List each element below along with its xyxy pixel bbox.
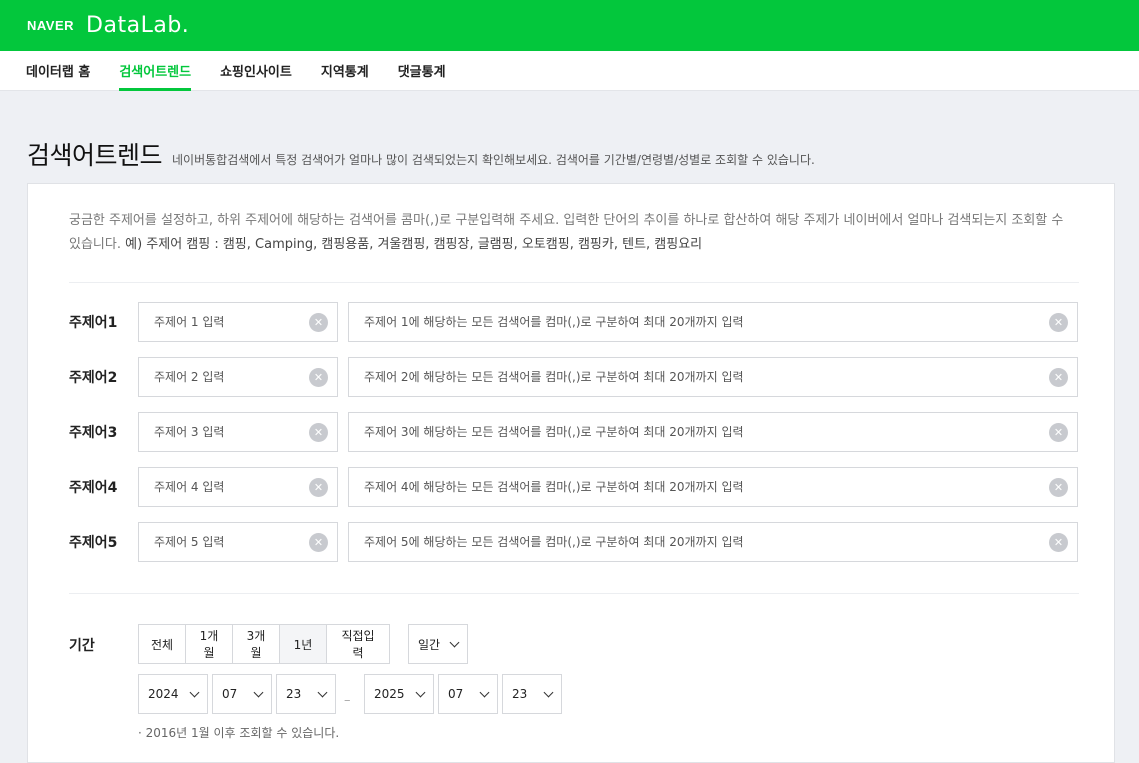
period-range-selector: 전체 1개월 3개월 1년 직접입력 [138,624,390,664]
topic-2-keywords-field: ✕ [348,357,1078,397]
interval-select[interactable]: 일간 [408,624,468,664]
start-month-value: 07 [222,687,238,701]
close-circle-icon[interactable]: ✕ [1049,312,1068,332]
start-month-select[interactable]: 07 [212,674,272,714]
topic-label: 주제어4 [69,480,118,496]
start-day-value: 23 [286,687,302,701]
close-circle-icon[interactable]: ✕ [1049,532,1068,552]
topic-label: 주제어3 [69,425,118,441]
nav-item-comment-stats[interactable]: 댓글통계 [398,51,446,90]
topic-label: 주제어5 [69,535,118,551]
page-header: 검색어트렌드 네이버통합검색에서 특정 검색어가 얼마나 많이 검색되었는지 확… [0,91,1139,183]
chevron-down-icon [543,687,554,697]
topic-row-5: 주제어5 [69,522,138,562]
end-month-value: 07 [448,687,464,701]
topic-2-keywords-input[interactable] [349,358,1049,396]
topic-1-name-field: ✕ [138,302,338,342]
topic-4-keywords-input[interactable] [349,468,1049,506]
divider [69,282,1079,283]
end-year-value: 2025 [374,687,405,701]
topic-3-name-field: ✕ [138,412,338,452]
chevron-down-icon [415,687,426,697]
end-year-select[interactable]: 2025 [364,674,434,714]
topic-2-name-field: ✕ [138,357,338,397]
divider [69,593,1079,594]
end-day-select[interactable]: 23 [502,674,562,714]
topic-3-keywords-field: ✕ [348,412,1078,452]
main-nav: 데이터랩 홈 검색어트렌드 쇼핑인사이트 지역통계 댓글통계 [0,51,1139,91]
range-1year-button[interactable]: 1년 [280,625,327,663]
datalab-logo[interactable]: DataLab. [86,13,189,38]
search-form-panel: 궁금한 주제어를 설정하고, 하위 주제어에 해당하는 검색어를 콤마(,)로 … [27,183,1115,763]
close-circle-icon[interactable]: ✕ [1049,367,1068,387]
chevron-down-icon [317,687,328,697]
intro-example: 예) 주제어 캠핑 : 캠핑, Camping, 캠핑용품, 겨울캠핑, 캠핑장… [125,237,703,252]
chevron-down-icon [449,637,460,647]
date-separator: – [344,693,351,708]
period-note: · 2016년 1월 이후 조회할 수 있습니다. [138,726,340,740]
topic-5-name-field: ✕ [138,522,338,562]
range-all-button[interactable]: 전체 [139,625,186,663]
topic-3-keywords-input[interactable] [349,413,1049,451]
topic-4-name-field: ✕ [138,467,338,507]
chevron-down-icon [253,687,264,697]
topic-4-name-input[interactable] [139,468,309,506]
end-day-value: 23 [512,687,528,701]
topic-1-keywords-input[interactable] [349,303,1049,341]
chevron-down-icon [189,687,200,697]
topic-row-3: 주제어3 [69,412,138,452]
page-description: 네이버통합검색에서 특정 검색어가 얼마나 많이 검색되었는지 확인해보세요. … [172,153,815,167]
top-bar: NAVER DataLab. [0,0,1139,51]
start-day-select[interactable]: 23 [276,674,336,714]
chevron-down-icon [479,687,490,697]
topic-5-keywords-field: ✕ [348,522,1078,562]
nav-item-home[interactable]: 데이터랩 홈 [26,51,90,90]
topic-row-4: 주제어4 [69,467,138,507]
end-month-select[interactable]: 07 [438,674,498,714]
close-circle-icon[interactable]: ✕ [309,422,328,442]
close-circle-icon[interactable]: ✕ [309,312,328,332]
topic-label: 주제어1 [69,315,118,331]
close-circle-icon[interactable]: ✕ [1049,422,1068,442]
topic-1-name-input[interactable] [139,303,309,341]
topic-5-keywords-input[interactable] [349,523,1049,561]
topic-row-1: 주제어1 [69,302,138,342]
page-title: 검색어트렌드 [27,141,163,170]
nav-item-shopping-insight[interactable]: 쇼핑인사이트 [220,51,292,90]
close-circle-icon[interactable]: ✕ [309,532,328,552]
topic-row-2: 주제어2 [69,357,138,397]
topic-4-keywords-field: ✕ [348,467,1078,507]
naver-logo[interactable]: NAVER [27,18,74,33]
close-circle-icon[interactable]: ✕ [309,477,328,497]
range-1month-button[interactable]: 1개월 [186,625,233,663]
period-label: 기간 [69,638,95,654]
topic-1-keywords-field: ✕ [348,302,1078,342]
nav-item-search-trend[interactable]: 검색어트렌드 [119,51,191,91]
range-3month-button[interactable]: 3개월 [233,625,280,663]
range-custom-button[interactable]: 직접입력 [327,625,389,663]
topic-2-name-input[interactable] [139,358,309,396]
nav-item-regional-stats[interactable]: 지역통계 [321,51,369,90]
topic-5-name-input[interactable] [139,523,309,561]
topic-3-name-input[interactable] [139,413,309,451]
close-circle-icon[interactable]: ✕ [1049,477,1068,497]
start-year-value: 2024 [148,687,179,701]
topic-label: 주제어2 [69,370,118,386]
start-year-select[interactable]: 2024 [138,674,208,714]
interval-value: 일간 [418,637,441,652]
close-circle-icon[interactable]: ✕ [309,367,328,387]
intro-text: 궁금한 주제어를 설정하고, 하위 주제어에 해당하는 검색어를 콤마(,)로 … [69,209,1079,257]
